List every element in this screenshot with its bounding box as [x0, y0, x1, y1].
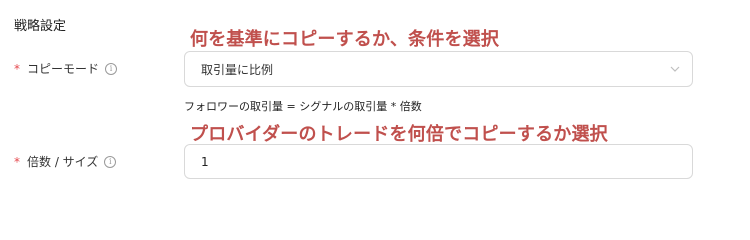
info-icon[interactable]: i — [105, 62, 118, 75]
annotation-multiplier: プロバイダーのトレードを何倍でコピーするか選択 — [190, 124, 608, 145]
annotation-copy-mode: 何を基準にコピーするか、条件を選択 — [190, 29, 500, 50]
required-mark: * — [14, 154, 20, 169]
info-icon[interactable]: i — [104, 155, 117, 168]
strategy-settings-panel: 戦略設定 何を基準にコピーするか、条件を選択 * コピーモード i 取引量に比例… — [0, 0, 750, 201]
section-title: 戦略設定 — [14, 19, 67, 34]
copy-mode-selected-value: 取引量に比例 — [201, 62, 274, 77]
copy-mode-select[interactable]: 取引量に比例 — [184, 51, 693, 87]
copy-mode-label-text: コピーモード — [27, 62, 100, 76]
multiplier-label: * 倍数 / サイズ i — [14, 153, 117, 170]
required-mark: * — [14, 61, 20, 76]
multiplier-input[interactable] — [184, 144, 693, 179]
chevron-down-icon — [670, 66, 680, 72]
copy-mode-label: * コピーモード i — [14, 60, 118, 77]
multiplier-label-text: 倍数 / サイズ — [27, 155, 99, 169]
copy-mode-formula: フォロワーの取引量 = シグナルの取引量 * 倍数 — [184, 100, 422, 113]
